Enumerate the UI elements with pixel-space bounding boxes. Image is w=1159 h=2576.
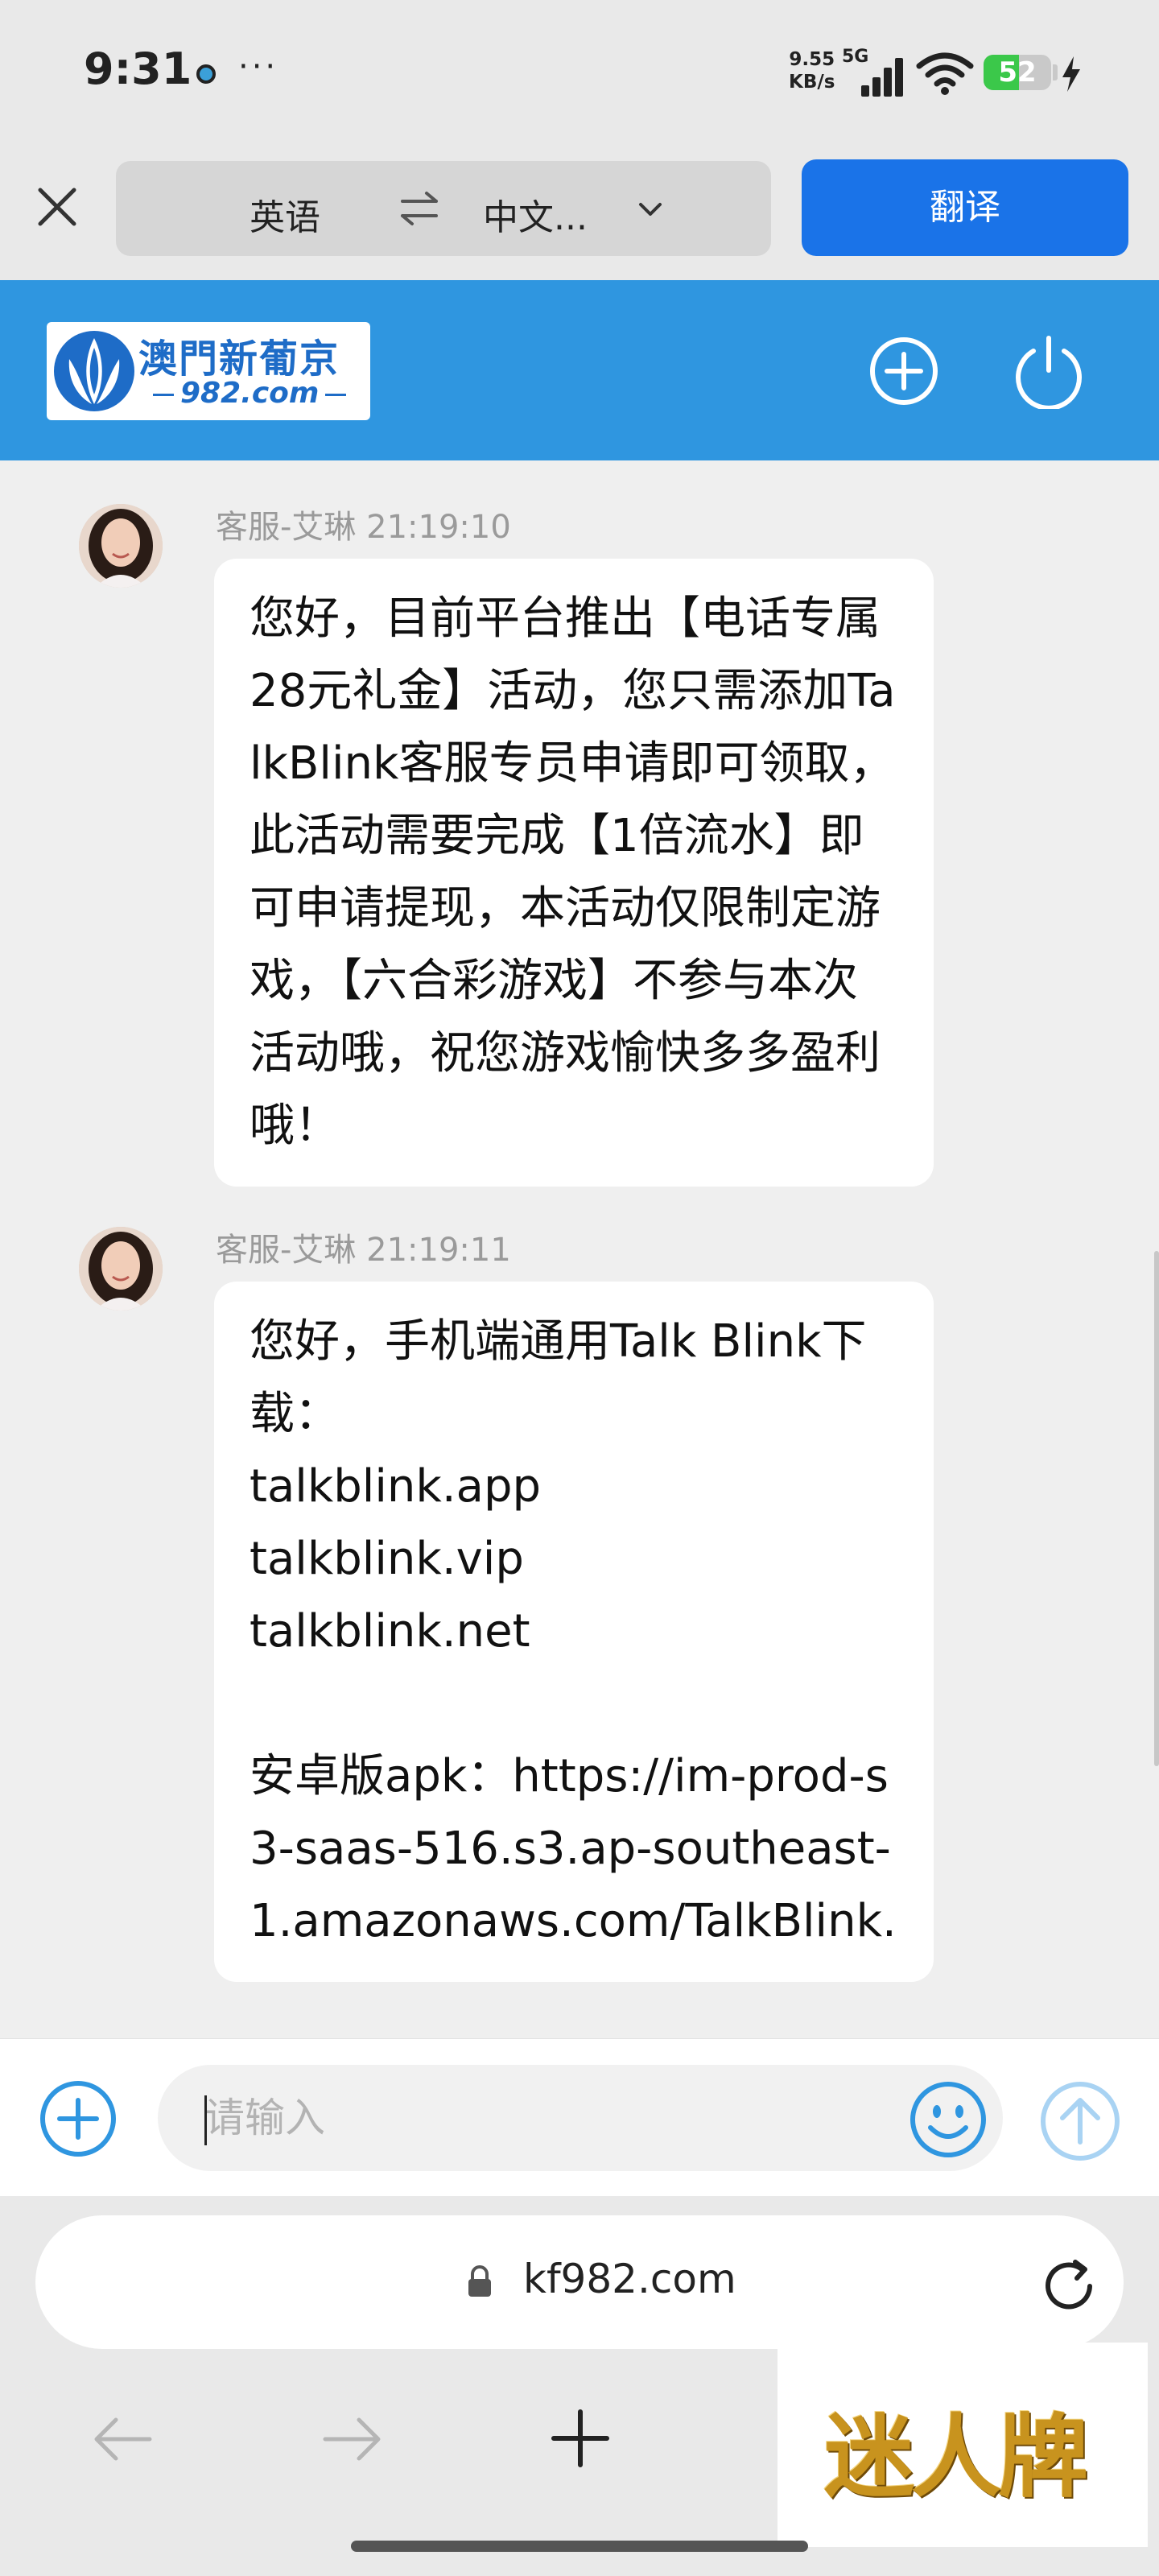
address-bar[interactable]: kf982.com [35, 2215, 1124, 2349]
text-caret [204, 2095, 207, 2145]
network-speed-value: 9.55 [789, 49, 835, 70]
message-bubble: 您好，目前平台推出【电话专属28元礼金】活动，您只需添加TalkBlink客服专… [214, 559, 934, 1187]
lotus-emblem-icon [54, 331, 134, 411]
url-text[interactable]: kf982.com [523, 2256, 736, 2302]
avatar[interactable] [79, 504, 163, 588]
message-meta: 客服-艾琳 21:19:10 [216, 501, 511, 547]
back-arrow-icon[interactable] [89, 2415, 156, 2463]
chevron-down-icon[interactable] [634, 193, 666, 225]
reload-icon[interactable] [1038, 2256, 1099, 2317]
message-bubble: 您好，手机端通用Talk Blink下载： talkblink.app talk… [214, 1282, 934, 1982]
target-language[interactable]: 中文... [483, 188, 588, 240]
battery-level: 52 [998, 56, 1037, 89]
send-icon[interactable] [1038, 2079, 1122, 2163]
brand-name: 澳門新葡京 [138, 336, 340, 382]
home-indicator[interactable] [351, 2541, 808, 2552]
input-bar [0, 2038, 1159, 2197]
forward-arrow-icon[interactable] [319, 2415, 386, 2463]
swap-languages-icon[interactable] [398, 190, 441, 227]
battery-icon: 52 [984, 55, 1051, 90]
wifi-icon [916, 52, 974, 95]
avatar[interactable] [79, 1227, 163, 1311]
power-icon[interactable] [1011, 333, 1087, 409]
translate-button[interactable]: 翻译 [802, 159, 1128, 256]
watermark-text: 迷人牌 [824, 2405, 1088, 2510]
sender-name: 客服-艾琳 [216, 509, 357, 546]
message-input[interactable] [158, 2065, 1003, 2171]
brand-url: 982.com [146, 377, 353, 410]
sender-name: 客服-艾琳 [216, 1232, 357, 1269]
chat-area[interactable]: 客服-艾琳 21:19:10 您好，目前平台推出【电话专属28元礼金】活动，您只… [0, 460, 1159, 2038]
close-icon[interactable] [32, 182, 82, 232]
new-tab-plus-icon[interactable] [547, 2405, 613, 2471]
scrollbar[interactable] [1154, 1251, 1159, 1766]
add-icon[interactable] [869, 336, 938, 406]
status-bar: 9:31 ··· 9.55 KB/s 5G 52 [0, 0, 1159, 145]
signal-icon [858, 53, 906, 97]
message-meta: 客服-艾琳 21:19:11 [216, 1224, 511, 1270]
network-speed-unit: KB/s [789, 72, 835, 93]
charging-icon [1062, 56, 1080, 92]
app-header: 澳門新葡京 982.com [0, 280, 1159, 460]
battery-tip [1053, 64, 1058, 80]
more-notifications-icon: ··· [238, 48, 279, 85]
translate-bar: 英语 中文... 翻译 [0, 145, 1159, 280]
message-time: 21:19:11 [366, 1232, 511, 1269]
network-speed: 9.55 KB/s [789, 48, 835, 93]
lock-icon [468, 2265, 491, 2297]
language-selector[interactable]: 英语 中文... [116, 161, 771, 256]
app-notification-icon [196, 64, 216, 84]
watermark-logo: 迷人牌 [777, 2343, 1148, 2547]
status-time: 9:31 [84, 43, 192, 94]
brand-logo: 澳門新葡京 982.com [47, 322, 370, 420]
source-language[interactable]: 英语 [250, 188, 320, 240]
message-time: 21:19:10 [366, 509, 511, 546]
emoji-icon[interactable] [908, 2079, 988, 2160]
attach-plus-icon[interactable] [39, 2079, 118, 2158]
browser-toolbar: kf982.com 迷人牌 [0, 2196, 1159, 2576]
